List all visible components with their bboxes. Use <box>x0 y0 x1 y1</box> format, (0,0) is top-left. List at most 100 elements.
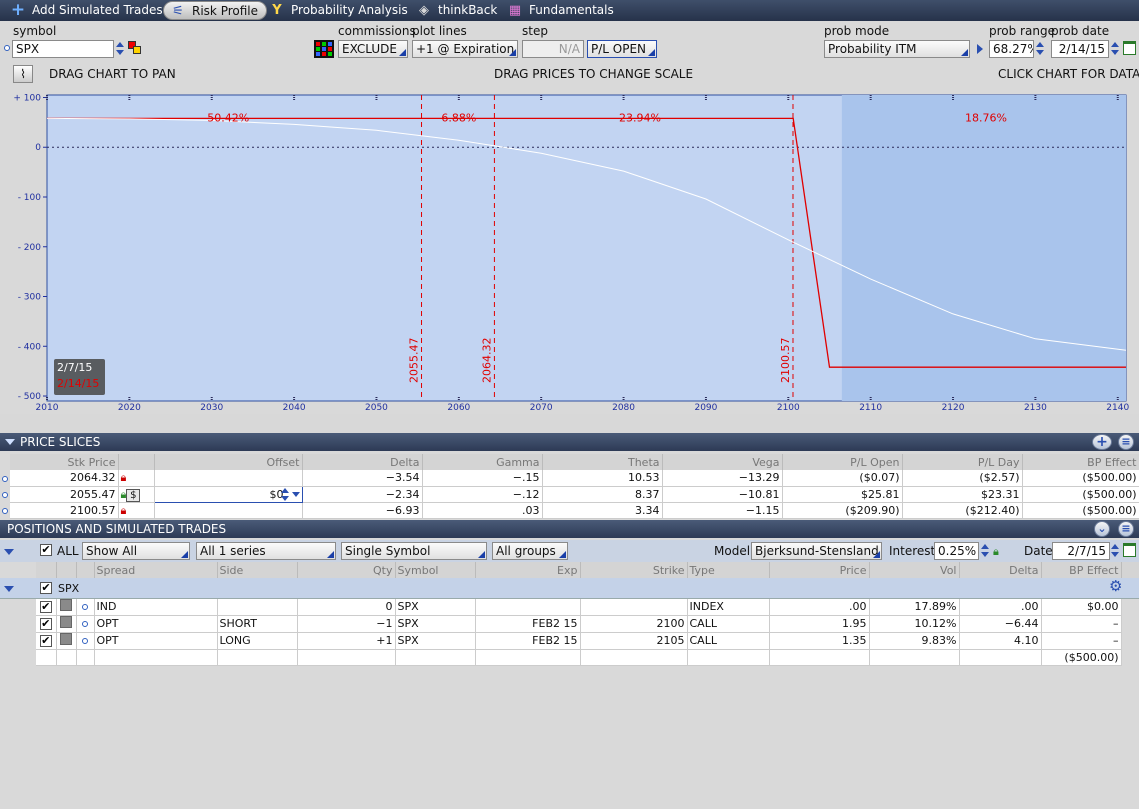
pl-mode-dropdown[interactable]: P/L OPEN <box>587 40 657 58</box>
tab-add-simulated-trades[interactable]: + Add Simulated Trades <box>4 1 171 20</box>
stk-price-cell[interactable]: 2055.47 <box>10 486 119 503</box>
price-cell[interactable]: .00 <box>769 598 870 616</box>
vol-cell[interactable]: 10.12% <box>869 615 960 633</box>
chart-toggle-icon[interactable]: ⌇ <box>13 65 33 83</box>
positions-header[interactable]: POSITIONS AND SIMULATED TRADES ⌄ ≡ <box>0 520 1139 538</box>
row-dot-icon[interactable] <box>82 604 88 610</box>
stk-price-cell[interactable]: 2100.57 <box>10 502 119 519</box>
price-cell[interactable]: 1.35 <box>769 632 870 650</box>
row-color-swatch[interactable] <box>60 632 72 645</box>
col-theta[interactable]: Theta <box>542 454 663 470</box>
risk-chart-area[interactable]: + 100 0 - 100 - 200 - 300 - 400 - 500 2010 2020 2… <box>0 91 1139 414</box>
qty-cell[interactable]: +1 <box>297 632 396 650</box>
risk-profile-chart[interactable]: + 100 0 - 100 - 200 - 300 - 400 - 5002010 2020 2… <box>0 91 1139 414</box>
color-grid-icon[interactable] <box>314 40 334 58</box>
col-strike[interactable]: Strike <box>580 562 688 578</box>
row-checkbox[interactable]: ✔ <box>39 635 52 647</box>
row-dot-icon[interactable] <box>2 475 8 482</box>
group-checkbox[interactable]: ✔ <box>40 582 52 594</box>
tab-fundamentals[interactable]: ▦ Fundamentals <box>501 1 622 20</box>
date-stepper[interactable] <box>1110 542 1120 560</box>
collapse-triangle-icon[interactable] <box>4 549 14 555</box>
model-dropdown[interactable]: Bjerksund-Stensland <box>751 542 882 560</box>
offset-stepper[interactable] <box>280 487 290 501</box>
table-row[interactable]: 2100.57 🔒︎ −6.93 .03 3.34 −1.15 ($209.90… <box>0 502 1139 519</box>
offset-input[interactable]: $0 <box>153 485 303 503</box>
exp-cell[interactable] <box>475 598 581 616</box>
menu-lines-icon[interactable]: ≡ <box>1118 521 1134 537</box>
strike-cell[interactable]: 2100 <box>580 615 688 633</box>
plot-lines-dropdown[interactable]: +1 @ Expiration <box>412 40 518 58</box>
col-side[interactable]: Side <box>217 562 298 578</box>
prob-date-stepper[interactable] <box>1110 40 1120 58</box>
prob-range-stepper[interactable] <box>1035 40 1045 58</box>
price-slices-header[interactable]: PRICE SLICES + ≡ <box>0 433 1139 451</box>
col-pl-open[interactable]: P/L Open <box>782 454 903 470</box>
row-dot-icon[interactable] <box>82 638 88 644</box>
table-row[interactable]: 2055.47 🔒︎ $ $0 −2.34 −.12 8.37 −10.81 $2… <box>0 485 1139 503</box>
exp-cell[interactable]: FEB2 15 <box>475 615 581 633</box>
stk-price-cell[interactable]: 2064.32 <box>10 470 119 487</box>
prob-mode-dropdown[interactable]: Probability ITM <box>824 40 970 58</box>
col-spread[interactable]: Spread <box>94 562 218 578</box>
side-cell[interactable] <box>217 598 298 616</box>
col-price[interactable]: Price <box>769 562 870 578</box>
date-input[interactable]: 2/7/15 <box>1052 542 1110 560</box>
symbol-input[interactable]: SPX <box>12 40 114 58</box>
vol-cell[interactable]: 9.83% <box>869 632 960 650</box>
prob-range-input[interactable]: 68.27% <box>989 40 1034 58</box>
row-dot-icon[interactable] <box>2 491 8 498</box>
calendar-icon[interactable] <box>1123 41 1136 55</box>
groups-filter-dropdown[interactable]: All groups <box>492 542 568 560</box>
offset-cell[interactable] <box>154 502 303 519</box>
gear-icon[interactable]: ⚙ <box>1109 579 1122 594</box>
symbol-filter-dropdown[interactable]: Single Symbol <box>341 542 487 560</box>
group-row-spx[interactable]: ✔ SPX ⚙ <box>0 578 1139 599</box>
col-bp-effect[interactable]: BP Effect <box>1022 454 1139 470</box>
collapse-all-icon[interactable]: ⌄ <box>1094 521 1110 537</box>
prob-date-input[interactable]: 2/14/15 <box>1051 40 1109 58</box>
collapse-triangle-icon[interactable] <box>4 586 14 592</box>
row-checkbox[interactable]: ✔ <box>39 601 52 613</box>
link-dot-icon[interactable] <box>4 45 10 51</box>
row-dot-icon[interactable] <box>82 621 88 627</box>
qty-cell[interactable]: 0 <box>297 598 396 616</box>
play-arrow-icon[interactable] <box>977 44 983 54</box>
exp-cell[interactable]: FEB2 15 <box>475 632 581 650</box>
step-input[interactable]: N/A <box>522 40 584 58</box>
collapse-triangle-icon[interactable] <box>5 439 15 445</box>
show-filter-dropdown[interactable]: Show All <box>82 542 190 560</box>
lock-icon[interactable]: 🔒︎ <box>993 545 999 559</box>
col-delta[interactable]: Delta <box>302 454 423 470</box>
col-vega[interactable]: Vega <box>662 454 783 470</box>
col-qty[interactable]: Qty <box>297 562 396 578</box>
lock-icon[interactable]: 🔒︎ <box>118 502 155 519</box>
col-offset[interactable]: Offset <box>154 454 303 470</box>
tab-thinkback[interactable]: ◈ thinkBack <box>410 1 505 20</box>
col-exp[interactable]: Exp <box>475 562 581 578</box>
col-pl-day[interactable]: P/L Day <box>902 454 1023 470</box>
price-cell[interactable]: 1.95 <box>769 615 870 633</box>
side-cell[interactable]: LONG <box>217 632 298 650</box>
col-gamma[interactable]: Gamma <box>422 454 543 470</box>
table-row[interactable]: ✔ OPT SHORT −1 SPX FEB2 15 2100 CALL 1.9… <box>0 615 1139 633</box>
lock-icon[interactable]: 🔒︎ <box>118 470 155 487</box>
col-symbol[interactable]: Symbol <box>395 562 476 578</box>
table-row[interactable]: ✔ OPT LONG +1 SPX FEB2 15 2105 CALL 1.35… <box>0 632 1139 650</box>
table-row[interactable]: 2064.32 🔒︎ −3.54 −.15 10.53 −13.29 ($0.0… <box>0 470 1139 487</box>
symbol-color-icon[interactable] <box>128 41 142 55</box>
symbol-stepper[interactable] <box>115 40 125 58</box>
row-color-swatch[interactable] <box>60 615 72 628</box>
interest-stepper[interactable] <box>980 542 990 560</box>
col-delta[interactable]: Delta <box>959 562 1042 578</box>
col-bp-effect[interactable]: BP Effect <box>1041 562 1122 578</box>
calendar-icon[interactable] <box>1123 543 1136 557</box>
side-cell[interactable]: SHORT <box>217 615 298 633</box>
row-checkbox[interactable]: ✔ <box>39 618 52 630</box>
strike-cell[interactable]: 2105 <box>580 632 688 650</box>
row-dot-icon[interactable] <box>2 507 8 514</box>
col-type[interactable]: Type <box>687 562 770 578</box>
col-stk-price[interactable]: Stk Price <box>10 454 119 470</box>
table-row[interactable]: ✔ IND 0 SPX INDEX .00 17.89% .00 $0.00 <box>0 598 1139 616</box>
vol-cell[interactable]: 17.89% <box>869 598 960 616</box>
